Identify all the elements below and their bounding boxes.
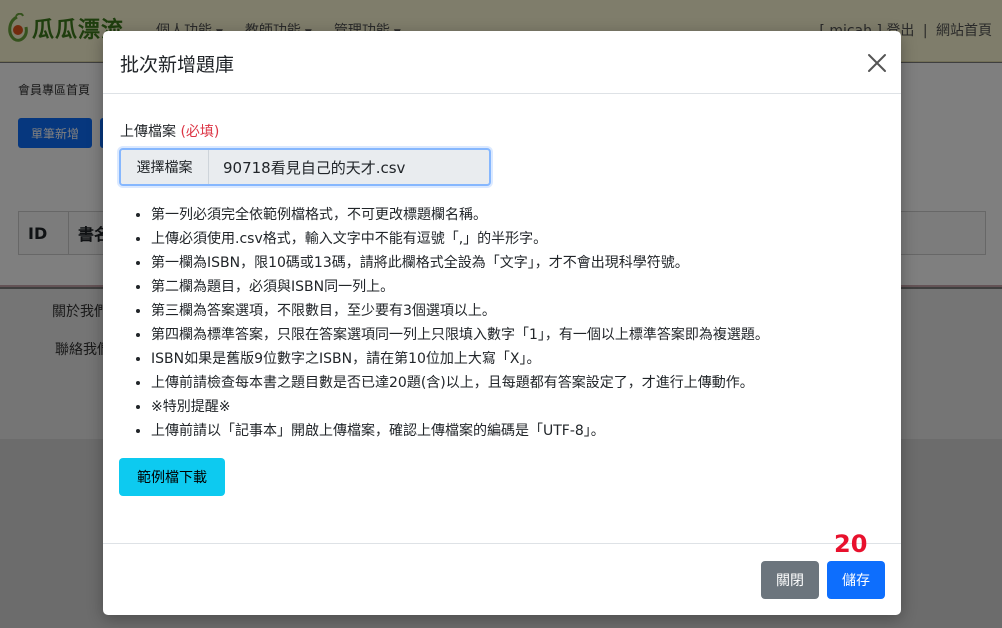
upload-field-label: 上傳檔案 (必填) [120,121,219,141]
list-item: 第一欄為ISBN，限10碼或13碼，請將此欄格式全設為「文字」，才不會出現科學符… [151,251,880,275]
close-button[interactable]: 關閉 [761,561,819,599]
upload-rules-list: 第一列必須完全依範例檔格式，不可更改標題欄名稱。 上傳必須使用.csv格式，輸入… [120,203,880,443]
list-item: ※特別提醒※ [151,395,880,419]
choose-file-button[interactable]: 選擇檔案 [121,150,209,184]
modal-title: 批次新增題庫 [120,54,235,76]
modal-header: 批次新增題庫 [103,31,901,94]
required-marker: (必填) [180,124,220,140]
list-item: 第四欄為標準答案，只限在答案選項同一列上只限填入數字「1」，有一個以上標準答案即… [151,323,880,347]
selected-file-name: 90718看見自己的天才.csv [223,158,406,177]
batch-add-modal: 批次新增題庫 上傳檔案 (必填) 選擇檔案 90718看見自己的天才.csv 第… [103,31,901,615]
modal-close-button[interactable] [863,49,891,77]
close-icon [868,54,886,72]
list-item: 第二欄為題目，必須與ISBN同一列上。 [151,275,880,299]
list-item: 第一列必須完全依範例檔格式，不可更改標題欄名稱。 [151,203,880,227]
file-upload-input[interactable]: 選擇檔案 90718看見自己的天才.csv [119,148,491,186]
list-item: 上傳前請檢查每本書之題目數是否已達20題(含)以上，且每題都有答案設定了，才進行… [151,371,880,395]
sample-download-button[interactable]: 範例檔下載 [119,458,225,496]
list-item: 上傳前請以「記事本」開啟上傳檔案，確認上傳檔案的編碼是「UTF-8」。 [151,419,880,443]
list-item: 第三欄為答案選項，不限數目，至少要有3個選項以上。 [151,299,880,323]
upload-label-text: 上傳檔案 [120,124,176,140]
list-item: 上傳必須使用.csv格式，輸入文字中不能有逗號「,」的半形字。 [151,227,880,251]
step-marker: 20 [834,530,868,558]
save-button[interactable]: 儲存 [827,561,885,599]
modal-footer: 關閉 儲存 [103,543,901,615]
list-item: ISBN如果是舊版9位數字之ISBN，請在第10位加上大寫「X」。 [151,347,880,371]
